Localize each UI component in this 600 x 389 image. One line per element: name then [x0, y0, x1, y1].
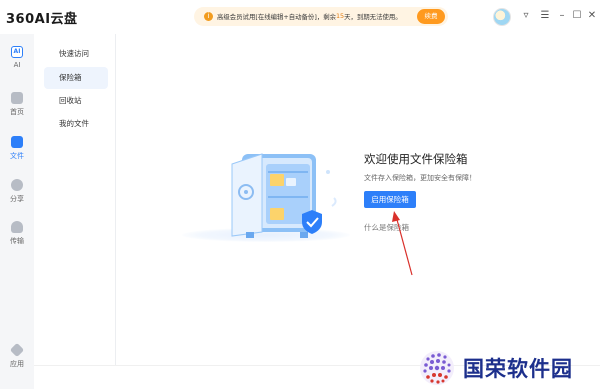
- rail-item-files[interactable]: 文件: [0, 136, 34, 161]
- trial-days: 15: [335, 12, 345, 20]
- sub-sidebar: 快速访问 保险箱 回收站 我的文件: [34, 34, 116, 365]
- skin-icon[interactable]: ▿: [519, 9, 533, 23]
- watermark: 国荣软件园: [416, 346, 600, 389]
- apps-icon: [9, 342, 25, 358]
- folder-icon: [11, 136, 23, 148]
- subnav-item-quick-access[interactable]: 快速访问: [44, 43, 108, 65]
- rail-item-label: AI: [13, 61, 21, 69]
- rail-item-apps[interactable]: 应用: [0, 342, 34, 369]
- trial-remaining-label: ，剩余: [316, 13, 336, 21]
- menu-icon[interactable]: ☰: [538, 9, 552, 23]
- globe-logo-icon: [420, 350, 454, 385]
- subnav-item-vault[interactable]: 保险箱: [44, 67, 108, 89]
- minimize-icon[interactable]: –: [555, 9, 569, 23]
- rail-item-label: 传输: [10, 237, 24, 245]
- left-rail: AI AI 首页 文件 分享 传输 应用: [0, 34, 34, 389]
- title-bar: 360AI云盘 i 高级会员试用 [在线编辑+自动备份] ，剩余 15 天 ，到…: [0, 0, 600, 34]
- app-logo: 360AI云盘: [6, 8, 78, 27]
- maximize-icon[interactable]: ☐: [570, 9, 584, 23]
- rail-item-transfer[interactable]: 传输: [0, 221, 34, 246]
- ai-icon: AI: [11, 46, 23, 58]
- watermark-text: 国荣软件园: [463, 356, 573, 381]
- rail-item-label: 首页: [10, 108, 24, 116]
- rail-item-label: 应用: [10, 360, 24, 368]
- subnav-item-recycle-bin[interactable]: 回收站: [44, 90, 108, 112]
- enable-vault-button[interactable]: 启用保险箱: [364, 191, 416, 208]
- avatar[interactable]: [493, 8, 511, 26]
- app-title: 360AI云盘: [6, 11, 78, 27]
- rail-item-share[interactable]: 分享: [0, 179, 34, 204]
- trial-features: [在线编辑+自动备份]: [255, 13, 317, 21]
- trial-prefix: 高级会员试用: [217, 13, 256, 21]
- safe-illustration: [231, 153, 337, 238]
- subnav-item-my-files[interactable]: 我的文件: [44, 113, 108, 135]
- rail-item-ai[interactable]: AI AI: [0, 46, 34, 69]
- vault-welcome-title: 欢迎使用文件保险箱: [364, 152, 468, 166]
- info-icon: i: [204, 12, 213, 21]
- trial-banner[interactable]: i 高级会员试用 [在线编辑+自动备份] ，剩余 15 天 ，到期无法使用。 续…: [194, 7, 448, 26]
- vault-welcome-subtitle: 文件存入保险箱，更加安全有保障！: [364, 174, 476, 182]
- rail-item-label: 文件: [10, 152, 24, 160]
- rail-item-home[interactable]: 首页: [0, 92, 34, 117]
- rail-item-label: 分享: [10, 195, 24, 203]
- home-icon: [11, 92, 23, 104]
- trial-text: 高级会员试用 [在线编辑+自动备份] ，剩余 15 天 ，到期无法使用。: [217, 12, 402, 21]
- trial-suffix: ，到期无法使用。: [350, 13, 402, 21]
- transfer-icon: [11, 221, 23, 233]
- renew-button[interactable]: 续费: [417, 9, 445, 24]
- share-icon: [11, 179, 23, 191]
- what-is-vault-link[interactable]: 什么是保险箱: [364, 222, 409, 233]
- close-icon[interactable]: ✕: [585, 9, 599, 23]
